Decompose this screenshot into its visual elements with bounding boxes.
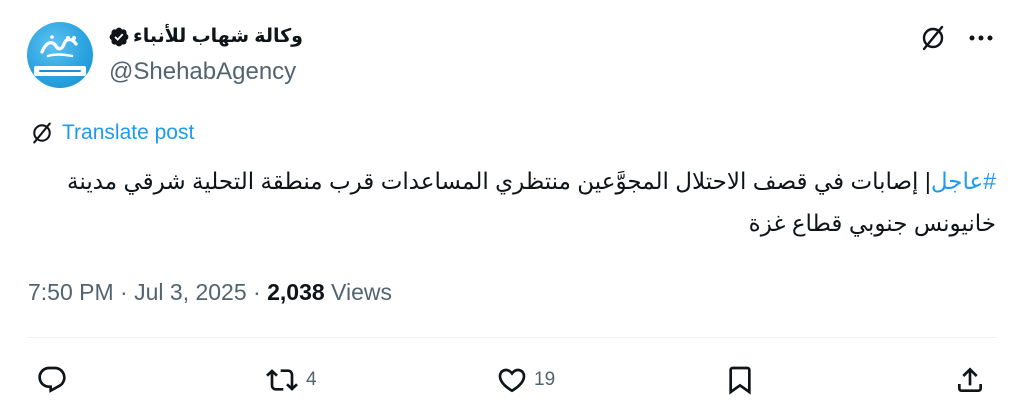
- hashtag-link[interactable]: #عاجل: [931, 168, 996, 194]
- meta-separator: ·: [246, 279, 268, 305]
- meta-separator: ·: [113, 279, 135, 305]
- verified-badge-icon: [109, 27, 129, 47]
- share-icon: [958, 367, 982, 392]
- divider: [27, 337, 997, 338]
- shehab-agency-logo-icon: [40, 35, 78, 58]
- post-text: #عاجل| إصابات في قصف الاحتلال المجوَّعين…: [60, 160, 996, 244]
- views-count: 2,038: [267, 279, 325, 305]
- like-heart-icon: [498, 368, 526, 393]
- translate-button[interactable]: [917, 22, 949, 54]
- header-actions: [917, 22, 997, 54]
- author-name-row[interactable]: وكالة شهاب للأنباء: [108, 23, 303, 51]
- post-meta: 7:50 PM · Jul 3, 2025 · 2,038 Views: [28, 276, 392, 308]
- repost-count: 4: [306, 369, 317, 390]
- author-display-name: وكالة شهاب للأنباء: [133, 26, 303, 47]
- reply-icon: [38, 366, 66, 393]
- translate-post-label: Translate post: [62, 121, 195, 144]
- post-body: | إصابات في قصف الاحتلال المجوَّعين منتظ…: [67, 168, 996, 236]
- share-button[interactable]: [954, 360, 992, 400]
- author-handle[interactable]: @ShehabAgency: [109, 56, 296, 88]
- avatar-caption: [34, 66, 86, 76]
- bookmark-button[interactable]: [724, 360, 762, 400]
- avatar[interactable]: [27, 22, 93, 88]
- post-time[interactable]: 7:50 PM: [28, 279, 114, 305]
- repost-button[interactable]: 4: [264, 360, 317, 400]
- action-bar: 4 19: [0, 360, 1024, 400]
- bookmark-icon: [729, 366, 751, 395]
- avatar-caption-line: [39, 70, 81, 72]
- translate-globe-icon: [33, 122, 51, 144]
- like-count: 19: [534, 369, 556, 390]
- more-options-button[interactable]: [965, 22, 997, 54]
- post-date[interactable]: Jul 3, 2025: [134, 279, 247, 305]
- more-options-icon: [969, 35, 993, 41]
- translate-globe-icon: [922, 25, 944, 51]
- like-button[interactable]: 19: [496, 360, 555, 400]
- translate-post-link[interactable]: Translate post: [30, 119, 194, 147]
- views-label: Views: [324, 279, 392, 305]
- reply-button[interactable]: [36, 360, 74, 400]
- repost-icon: [266, 369, 298, 391]
